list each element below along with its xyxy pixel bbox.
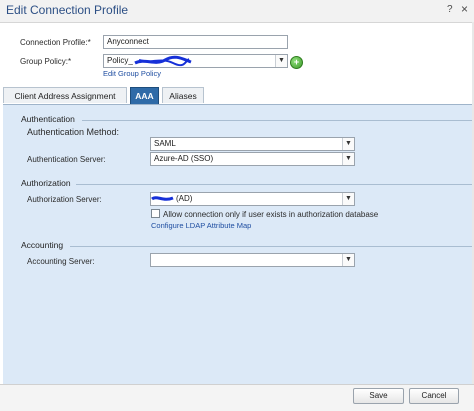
accounting-section-title: Accounting [21, 240, 64, 250]
chevron-down-icon[interactable]: ▼ [275, 55, 287, 67]
authentication-method-select[interactable]: SAML ▼ [150, 137, 355, 151]
edit-group-policy-link[interactable]: Edit Group Policy [103, 69, 161, 78]
group-policy-value: Policy_ [107, 56, 133, 65]
tab-client-address-assignment[interactable]: Client Address Assignment [3, 87, 127, 103]
allow-connection-checkbox[interactable] [151, 209, 160, 218]
redaction-scribble [151, 196, 174, 201]
configure-ldap-link[interactable]: Configure LDAP Attribute Map [151, 221, 251, 230]
plus-circle-icon[interactable]: + [290, 56, 303, 69]
connection-profile-label: Connection Profile:* [20, 38, 91, 47]
group-policy-label: Group Policy:* [20, 57, 72, 66]
authentication-divider [82, 120, 472, 121]
accounting-server-label: Accounting Server: [27, 257, 95, 266]
connection-profile-input[interactable]: Anyconnect [103, 35, 288, 49]
chevron-down-icon[interactable]: ▼ [342, 138, 354, 150]
allow-connection-label: Allow connection only if user exists in … [163, 210, 379, 219]
authentication-section-title: Authentication [21, 114, 75, 124]
save-button[interactable]: Save [353, 388, 404, 404]
authentication-server-select[interactable]: Azure-AD (SSO) ▼ [150, 152, 355, 166]
authorization-server-label: Authorization Server: [27, 195, 102, 204]
authentication-method-label: Authentication Method: [27, 127, 120, 137]
authentication-server-value: Azure-AD (SSO) [154, 154, 214, 163]
dialog-title: Edit Connection Profile [6, 3, 129, 17]
group-policy-select[interactable]: Policy_ ▼ [103, 54, 288, 68]
title-bar: Edit Connection Profile ? × [0, 0, 474, 23]
tab-aaa[interactable]: AAA [130, 87, 159, 104]
help-icon[interactable]: ? [447, 4, 453, 15]
authentication-method-value: SAML [154, 139, 176, 148]
tab-bar: Client Address Assignment AAA Aliases [3, 87, 474, 104]
chevron-down-icon[interactable]: ▼ [342, 193, 354, 205]
chevron-down-icon[interactable]: ▼ [342, 153, 354, 165]
chevron-down-icon[interactable]: ▼ [342, 254, 354, 266]
cancel-button[interactable]: Cancel [409, 388, 459, 404]
accounting-divider [70, 246, 472, 247]
authorization-server-select[interactable]: (AD) ▼ [150, 192, 355, 206]
authorization-section-title: Authorization [21, 178, 71, 188]
tab-aliases[interactable]: Aliases [162, 87, 204, 103]
redaction-scribble [134, 55, 192, 67]
accounting-server-select[interactable]: ▼ [150, 253, 355, 267]
dialog-footer: Save Cancel [0, 384, 474, 411]
close-icon[interactable]: × [461, 2, 468, 16]
authentication-server-label: Authentication Server: [27, 155, 106, 164]
authorization-divider [76, 184, 472, 185]
